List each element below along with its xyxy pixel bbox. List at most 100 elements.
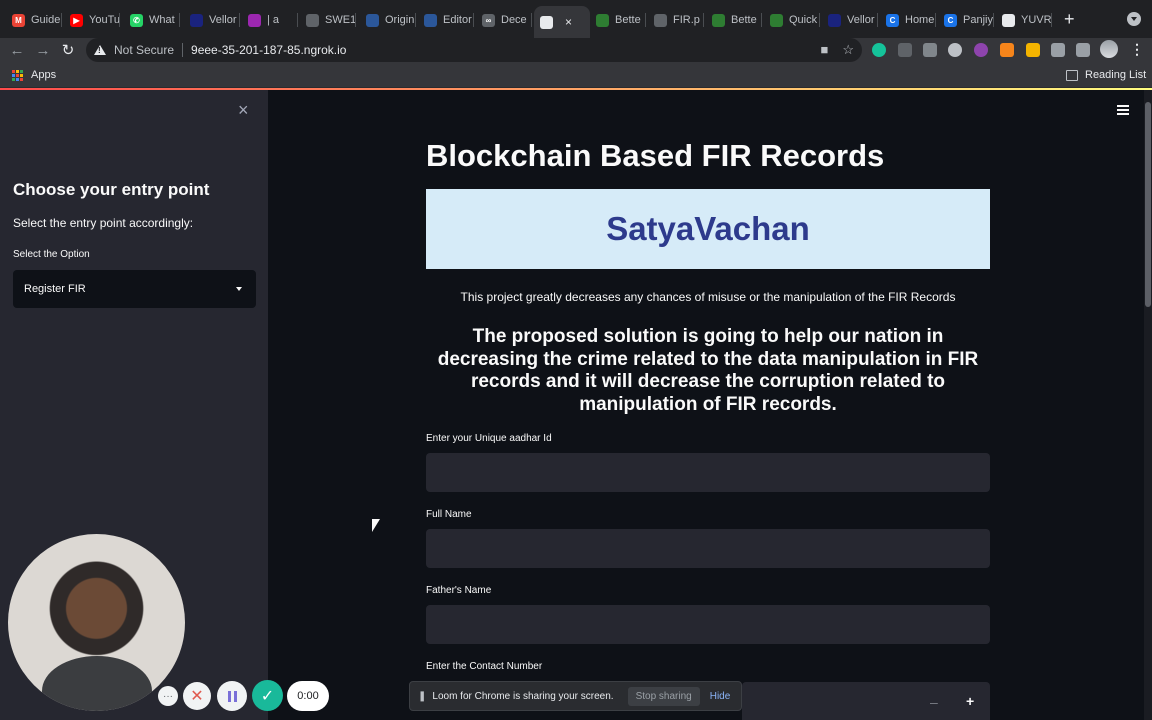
browser-tab[interactable]: Bette [590,8,646,32]
stop-sharing-button[interactable]: Stop sharing [627,686,700,706]
tab-favicon-icon: C [886,13,899,27]
tab-favicon-icon: ✆ [130,13,143,27]
globe-extension-icon[interactable] [948,43,962,57]
decrement-button[interactable]: – [930,694,938,710]
browser-tab[interactable]: Bette [706,8,762,32]
loom-cancel-button[interactable]: ✕ [183,682,211,710]
tab-favicon-icon [596,13,609,27]
extension-icon[interactable] [898,43,912,57]
banner-image: SatyaVachan [426,189,990,269]
browser-tab[interactable]: SWE1 [300,8,356,32]
main-content: Blockchain Based FIR Records SatyaVachan… [268,90,1152,720]
tab-label: Panjiy [963,14,993,26]
browser-tab[interactable]: ▶ YouTu [64,8,120,32]
tab-label: Vellor [847,14,875,26]
sidebar-heading: Choose your entry point [13,180,210,199]
tab-label: FIR.p [673,14,700,26]
browser-menu-icon[interactable]: ⋮ [1130,41,1144,58]
browser-tab[interactable]: C Panjiy [938,8,994,32]
extension-lamp-icon[interactable] [1026,43,1040,57]
reading-list-icon[interactable] [1066,70,1078,81]
browser-tab[interactable]: × [534,6,590,38]
tab-divider [703,13,704,27]
tab-divider [297,13,298,27]
browser-tab[interactable]: ∞ Dece [476,8,532,32]
browser-tab[interactable]: C Home [880,8,936,32]
profile-avatar[interactable] [1100,40,1118,58]
full-name-label: Full Name [426,509,472,520]
tab-divider [473,13,474,27]
address-bar[interactable]: Not Secure 9eee-35-201-187-85.ngrok.io ■… [86,38,862,62]
hide-notice-button[interactable]: Hide [710,691,731,702]
warning-icon [94,45,106,55]
scrollbar-thumb[interactable] [1145,102,1151,307]
loom-more-button[interactable]: ··· [158,686,178,706]
webcam-bubble[interactable] [8,534,185,711]
tab-label: Guide [31,14,61,26]
extension-e-icon[interactable] [923,43,937,57]
contact-number-label: Enter the Contact Number [426,661,543,672]
tab-search-icon[interactable] [1127,12,1141,26]
tab-favicon-icon [248,13,261,27]
tab-label: YUVR [1021,14,1052,26]
browser-tab[interactable]: Quick [764,8,820,32]
increment-button[interactable]: + [966,693,974,709]
tab-label: YouTu [89,14,120,26]
tab-favicon-icon [828,13,841,27]
full-name-input[interactable] [426,529,990,568]
tab-divider [355,13,356,27]
tab-divider [415,13,416,27]
bookmark-star-icon[interactable]: ☆ [842,42,854,58]
tab-divider [935,13,936,27]
tab-label: SWE1 [325,14,356,26]
tab-label: Origin [385,14,415,26]
browser-tab[interactable]: Vellor [822,8,878,32]
browser-tab[interactable]: ✆ What [124,8,180,32]
sidebar-subheading: Select the entry point accordingly: [13,216,194,230]
extension-star-icon[interactable] [974,43,988,57]
forward-icon[interactable]: → [33,41,53,61]
loom-finish-button[interactable]: ✓ [252,680,283,711]
tab-divider [819,13,820,27]
browser-tab[interactable]: Vellor [184,8,240,32]
tab-favicon-icon: ∞ [482,13,495,27]
tab-favicon-icon [540,15,553,29]
metamask-icon[interactable] [1000,43,1014,57]
hamburger-menu-icon[interactable] [1117,105,1129,115]
close-tab-icon[interactable]: × [565,15,572,29]
tab-divider [239,13,240,27]
back-icon[interactable]: ← [7,41,27,61]
tab-favicon-icon [712,13,725,27]
tab-divider [531,13,532,27]
fathers-name-label: Father's Name [426,585,492,596]
apps-grid-icon[interactable] [12,70,23,81]
browser-tab[interactable]: FIR.p [648,8,704,32]
url-text[interactable]: 9eee-35-201-187-85.ngrok.io [191,43,346,57]
grammarly-extension-icon[interactable] [872,43,886,57]
reload-icon[interactable]: ↻ [58,41,78,61]
new-tab-button[interactable]: + [1064,10,1075,28]
loom-pause-button[interactable] [217,681,247,711]
project-lead-statement: The proposed solution is going to help o… [437,326,979,415]
browser-tab[interactable]: Editor [418,8,474,32]
browser-tab[interactable]: | a [242,8,298,32]
drag-handle-icon[interactable]: ❚ [418,691,426,702]
camera-icon[interactable]: ■ [820,42,828,58]
media-queue-icon[interactable] [1076,43,1090,57]
entry-point-select[interactable]: Register FIR [13,270,256,308]
apps-bookmark[interactable]: Apps [31,69,56,81]
tab-favicon-icon [654,13,667,27]
contact-number-input[interactable] [742,682,990,720]
browser-tab[interactable]: YUVR [996,8,1052,32]
aadhar-id-input[interactable] [426,453,990,492]
reading-list-button[interactable]: Reading List [1085,69,1146,81]
tab-divider [645,13,646,27]
browser-tab[interactable]: Origin [360,8,416,32]
browser-tab[interactable]: M Guide [6,8,62,32]
close-sidebar-icon[interactable]: × [238,100,249,121]
fathers-name-input[interactable] [426,605,990,644]
extensions-puzzle-icon[interactable] [1051,43,1065,57]
aadhar-id-label: Enter your Unique aadhar Id [426,433,552,444]
tab-divider [993,13,994,27]
browser-tab-strip: M Guide ▶ YouTu ✆ What Vellor | a SWE1 Origin Edit… [0,0,1152,38]
